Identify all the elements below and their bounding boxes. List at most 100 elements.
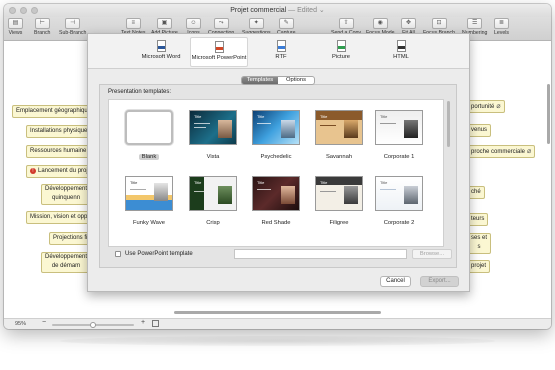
export-button[interactable]: Export... bbox=[420, 276, 459, 287]
presentation-templates-label: Presentation templates: bbox=[108, 89, 172, 95]
topic-label: Lancement du proj bbox=[38, 168, 88, 174]
html-document-icon bbox=[396, 40, 406, 52]
window-controls bbox=[9, 7, 38, 14]
template-name: Funky Wave bbox=[133, 220, 165, 226]
topic[interactable]: Emplacement géographique bbox=[12, 105, 96, 118]
format-word[interactable]: Microsoft Word bbox=[136, 37, 186, 67]
format-band bbox=[337, 46, 345, 49]
thumbnail-line bbox=[320, 191, 336, 192]
thumbnail-photo bbox=[281, 186, 295, 204]
sub-branch-button[interactable]: ⊣ Sub-Branch bbox=[59, 18, 86, 36]
template-red-shade[interactable]: Title Red Shade bbox=[248, 176, 304, 229]
format-powerpoint[interactable]: Microsoft PowerPoint bbox=[190, 37, 248, 67]
cancel-button[interactable]: Cancel bbox=[380, 276, 411, 287]
thumbnail-line bbox=[320, 125, 336, 126]
topic[interactable]: projet bbox=[467, 260, 491, 273]
thumbnail-photo bbox=[344, 120, 358, 138]
thumbnail-title: Title bbox=[194, 180, 202, 185]
sub-branch-label: Sub-Branch bbox=[59, 30, 87, 36]
thumbnail-line bbox=[130, 189, 146, 190]
thumbnail-photo bbox=[218, 120, 232, 138]
topic[interactable]: Développement quinquenn bbox=[41, 184, 92, 205]
topic[interactable]: Installations physique bbox=[26, 125, 92, 138]
scrollbar-thumb[interactable] bbox=[447, 101, 450, 147]
format-label: Picture bbox=[331, 54, 351, 60]
zoom-out-button[interactable]: − bbox=[42, 319, 46, 326]
topic-label: ses et bbox=[471, 235, 488, 241]
zoom-slider-knob[interactable] bbox=[90, 322, 96, 328]
zoom-window-button[interactable] bbox=[31, 7, 38, 14]
zoom-in-button[interactable]: + bbox=[141, 319, 145, 326]
template-corporate-2[interactable]: Title Corporate 2 bbox=[371, 176, 427, 229]
topic-label: proche commerciale bbox=[471, 149, 526, 155]
use-template-checkbox[interactable] bbox=[115, 251, 121, 257]
template-savannah[interactable]: Title Savannah bbox=[311, 110, 367, 163]
thumbnail-line bbox=[257, 123, 271, 124]
topic[interactable]: Ressources humaine bbox=[26, 145, 91, 158]
thumbnail-title: Title bbox=[194, 114, 202, 119]
use-template-label: Use PowerPoint template bbox=[125, 251, 193, 257]
template-blank[interactable]: Blank bbox=[121, 110, 177, 163]
template-corporate-1[interactable]: Title Corporate 1 bbox=[371, 110, 427, 163]
horizontal-scrollbar[interactable] bbox=[174, 311, 381, 314]
format-html[interactable]: HTML bbox=[386, 37, 416, 67]
text-notes-icon: ≡ bbox=[125, 18, 141, 29]
format-rtf[interactable]: RTF bbox=[266, 37, 296, 67]
vertical-scrollbar[interactable] bbox=[547, 84, 550, 144]
tab-options[interactable]: Options bbox=[278, 77, 314, 84]
thumbnail-title: Title bbox=[130, 180, 138, 185]
format-picture[interactable]: Picture bbox=[325, 37, 357, 67]
picture-icon: ▣ bbox=[156, 18, 172, 29]
edited-indicator[interactable]: — Edited ⌄ bbox=[288, 7, 325, 14]
template-path-field[interactable] bbox=[234, 249, 407, 259]
topic[interactable]: Développement de démam bbox=[41, 252, 92, 273]
zoom-slider[interactable] bbox=[52, 322, 134, 328]
title-bar: Projet commercial — Edited ⌄ bbox=[4, 4, 551, 17]
template-list-scrollbar[interactable] bbox=[446, 99, 451, 247]
format-label: HTML bbox=[393, 54, 409, 60]
topic-label: quinquenn bbox=[52, 195, 81, 201]
fit-to-window-icon[interactable] bbox=[152, 320, 159, 327]
format-band bbox=[397, 46, 405, 49]
topic-label: portunité bbox=[471, 104, 495, 110]
thumbnail-line bbox=[194, 191, 204, 192]
template-filigree[interactable]: Title Filigree bbox=[311, 176, 367, 229]
format-label: Microsoft PowerPoint bbox=[191, 55, 247, 61]
templates-panel: Presentation templates: Blank Title Vist… bbox=[99, 84, 457, 268]
powerpoint-document-icon bbox=[214, 41, 224, 53]
minimize-window-button[interactable] bbox=[20, 7, 27, 14]
template-grid: Blank Title Vista Title Psychedelic Titl… bbox=[108, 99, 444, 247]
topic[interactable]: proche commerciale ⌀ bbox=[467, 145, 536, 158]
topic[interactable]: Mission, vision et opp bbox=[26, 211, 92, 224]
topic[interactable]: ! Lancement du proj bbox=[26, 165, 92, 178]
template-vista[interactable]: Title Vista bbox=[185, 110, 241, 163]
template-thumbnail: Title bbox=[375, 176, 423, 211]
topic[interactable]: ses et s bbox=[467, 233, 492, 254]
warning-icon: ! bbox=[30, 168, 36, 174]
thumbnail-photo bbox=[154, 183, 168, 201]
thumbnail-line bbox=[380, 189, 396, 190]
levels-button[interactable]: ≣ Levels bbox=[494, 18, 509, 36]
thumbnail-photo bbox=[218, 186, 232, 204]
thumbnail-line bbox=[380, 123, 396, 124]
template-file-row: Use PowerPoint template Browse... bbox=[107, 249, 452, 260]
close-window-button[interactable] bbox=[9, 7, 16, 14]
template-crisp[interactable]: Title Crisp bbox=[185, 176, 241, 229]
thumbnail-photo bbox=[404, 120, 418, 138]
template-psychedelic[interactable]: Title Psychedelic bbox=[248, 110, 304, 163]
sub-branch-icon: ⊣ bbox=[65, 18, 81, 29]
status-bar: 95% − + bbox=[4, 318, 551, 329]
template-thumbnail: Title bbox=[375, 110, 423, 145]
thumbnail-title: Title bbox=[320, 114, 328, 119]
thumbnail-line bbox=[194, 123, 210, 124]
numbering-icon: ☰ bbox=[467, 18, 483, 29]
views-button[interactable]: ▤ Views bbox=[8, 18, 23, 36]
tab-templates[interactable]: Templates bbox=[242, 77, 278, 84]
topic[interactable]: portunité ⌀ bbox=[467, 100, 505, 113]
template-funky-wave[interactable]: Title Funky Wave bbox=[121, 176, 177, 229]
browse-button[interactable]: Browse... bbox=[412, 249, 452, 259]
focus-branch-icon: ⊡ bbox=[431, 18, 447, 29]
topic[interactable]: teurs bbox=[467, 213, 489, 226]
branch-button[interactable]: ⊢ Branch bbox=[34, 18, 50, 36]
topic[interactable]: venus bbox=[467, 124, 492, 137]
